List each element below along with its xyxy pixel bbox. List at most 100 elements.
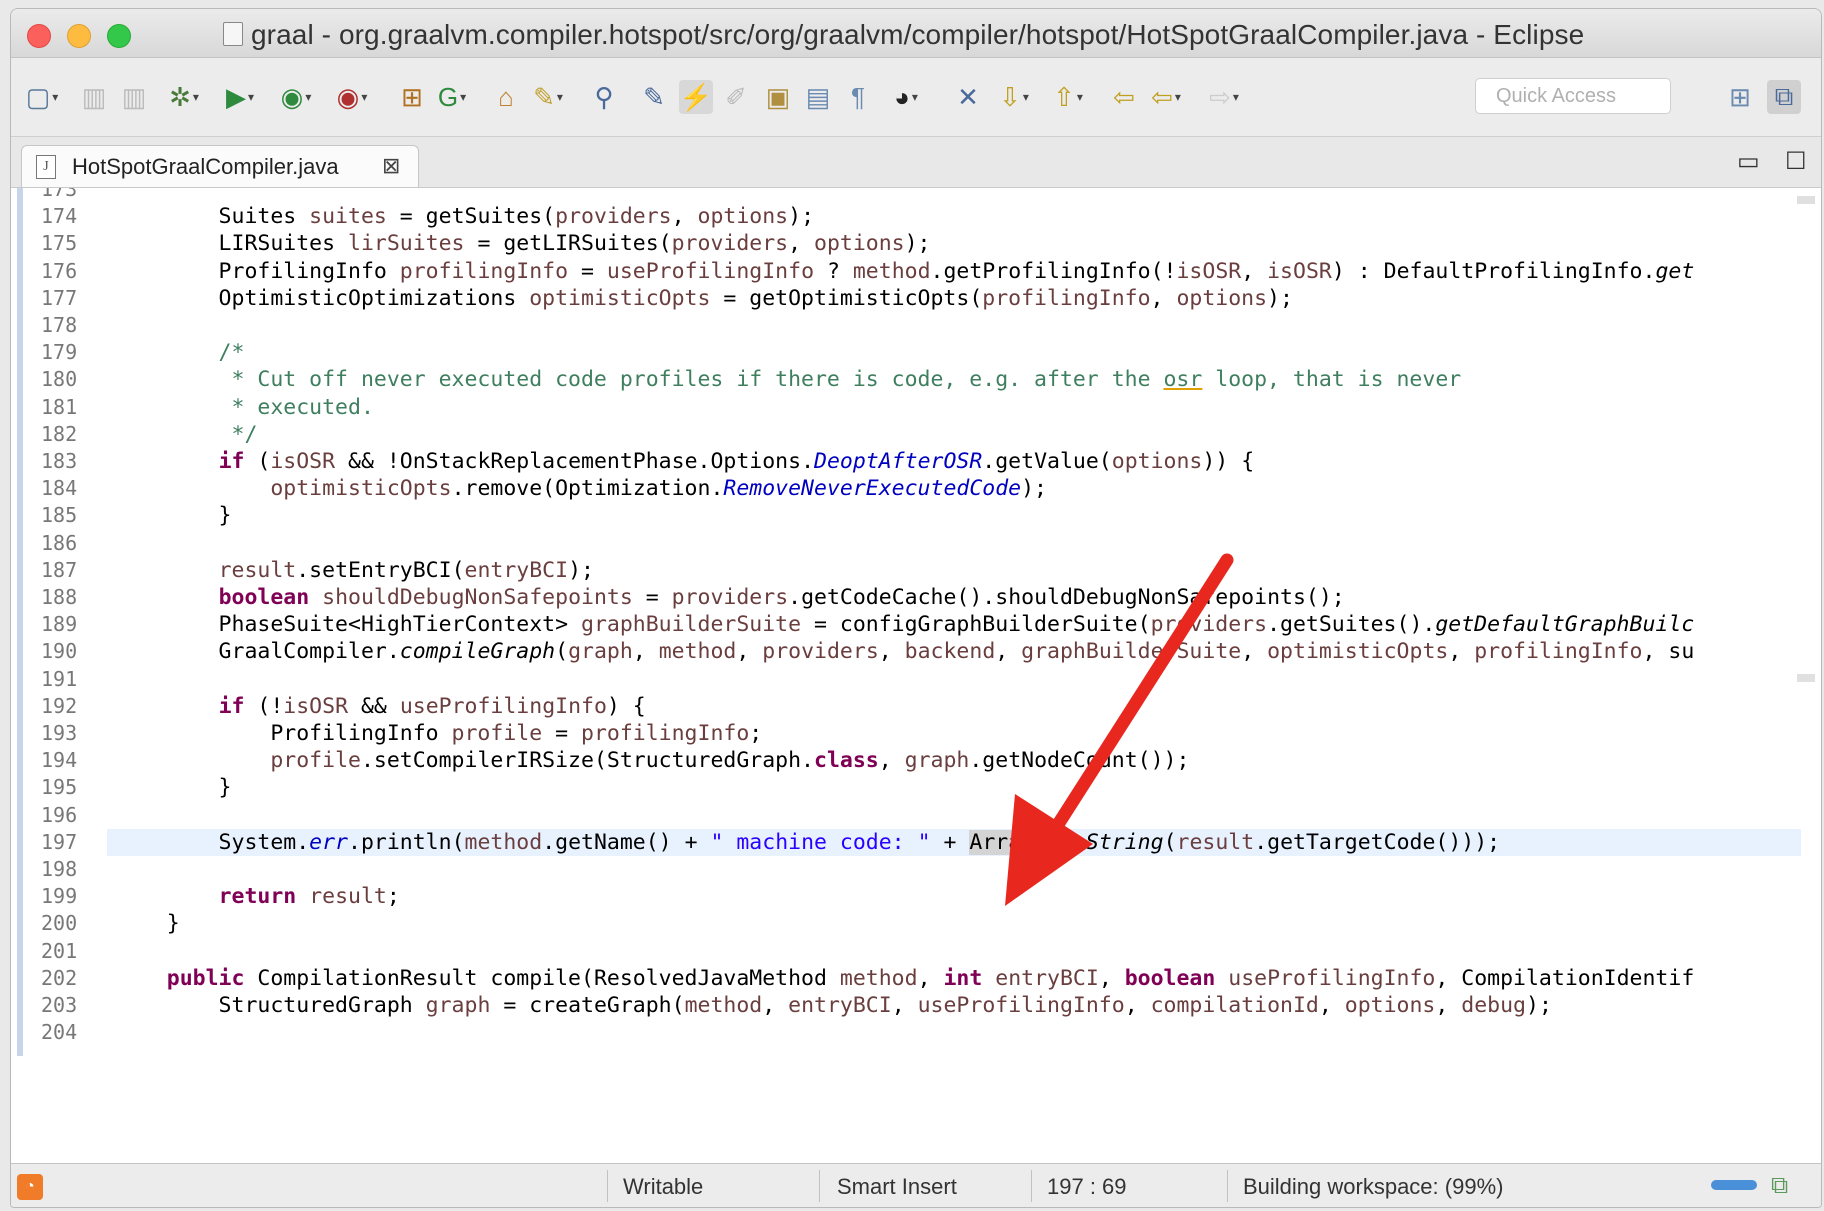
code-line[interactable]: 187 result.setEntryBCI(entryBCI); [11, 557, 1821, 584]
open-task-icon[interactable]: ✎ ▾ [531, 80, 565, 114]
code-line[interactable]: 177 OptimisticOptimizations optimisticOp… [11, 285, 1821, 312]
open-perspective-icon[interactable]: ⊞ [1723, 80, 1757, 114]
code-line[interactable]: 202 public CompilationResult compile(Res… [11, 965, 1821, 992]
code-text: */ [115, 421, 258, 447]
search-icon[interactable]: ⚲ [587, 80, 621, 114]
code-line[interactable]: 196 [11, 802, 1821, 829]
code-text: ProfilingInfo profilingInfo = useProfili… [115, 258, 1695, 284]
open-type-icon[interactable]: ⌂ [489, 80, 523, 114]
java-perspective-icon[interactable]: ⧉ [1767, 80, 1801, 114]
forward-nav-icon[interactable]: ⇨ ▾ [1207, 80, 1241, 114]
code-line[interactable]: 197 System.err.println(method.getName() … [41, 828, 1801, 856]
code-line[interactable]: 183 if (isOSR && !OnStackReplacementPhas… [11, 448, 1821, 475]
code-line[interactable]: 204 [11, 1019, 1821, 1046]
next-annotation-icon[interactable]: ◕ ▾ [889, 80, 923, 114]
new-package-icon[interactable]: ⊞ [395, 80, 429, 114]
back-icon[interactable]: ⇧ ▾ [1051, 80, 1085, 114]
zoom-window-button[interactable] [107, 24, 131, 48]
code-line[interactable]: 175 LIRSuites lirSuites = getLIRSuites(p… [11, 230, 1821, 257]
code-line[interactable]: 184 optimisticOpts.remove(Optimization.R… [11, 475, 1821, 502]
save-all-icon[interactable]: ▥ [117, 80, 151, 114]
progress-bar[interactable] [1711, 1180, 1757, 1190]
rss-feed-icon[interactable]: ◔ [17, 1174, 43, 1200]
code-line[interactable]: 199 return result; [11, 883, 1821, 910]
code-text: StructuredGraph graph = createGraph(meth… [115, 993, 1552, 1018]
code-text: OptimisticOptimizations optimisticOpts =… [115, 285, 1293, 311]
code-line[interactable]: 200 } [11, 910, 1821, 937]
code-line[interactable]: 186 [11, 530, 1821, 557]
status-bar: ◔ Writable Smart Insert 197 : 69 Buildin… [11, 1163, 1821, 1207]
line-number: 189 [41, 612, 78, 637]
code-editor[interactable]: 173 174 Suites suites = getSuites(provide… [11, 188, 1821, 1163]
tab-hotspotgraalcompiler[interactable]: J HotSpotGraalCompiler.java ⊠ [21, 145, 419, 187]
code-line[interactable]: 180 * Cut off never executed code profil… [11, 366, 1821, 393]
line-number: 198 [41, 857, 78, 881]
line-number: 186 [41, 530, 78, 555]
minimize-icon[interactable]: ▭ [1737, 147, 1760, 176]
line-number: 173 [41, 188, 78, 201]
code-line[interactable]: 181 * executed. [11, 394, 1821, 421]
code-line[interactable]: 174 Suites suites = getSuites(providers,… [11, 203, 1821, 230]
code-line[interactable]: 191 [11, 666, 1821, 693]
line-number: 192 [41, 693, 78, 718]
code-line[interactable]: 192 if (!isOSR && useProfilingInfo) { [11, 693, 1821, 720]
line-number: 191 [41, 666, 78, 691]
last-edit-icon[interactable]: ⇩ ▾ [997, 80, 1031, 114]
toggle-block-selection-icon[interactable]: ⚡ [679, 80, 713, 114]
new-wizard-icon[interactable]: ▢ ▾ [25, 80, 59, 114]
code-text: } [115, 775, 232, 801]
save-icon[interactable]: ▥ [77, 80, 111, 114]
line-number: 174 [41, 204, 78, 229]
progress-view-icon[interactable]: ⧉ [1771, 1172, 1788, 1200]
code-text: * executed. [115, 394, 374, 420]
code-line[interactable]: 185 } [11, 502, 1821, 529]
code-text: optimisticOpts.remove(Optimization.Remov… [270, 476, 1047, 502]
code-text: } [115, 503, 232, 529]
code-line[interactable]: 198 [11, 856, 1821, 883]
prev-annotation-icon[interactable]: ✕ [951, 80, 985, 114]
line-number: 188 [41, 585, 78, 609]
minimize-window-button[interactable] [67, 24, 91, 48]
toggle-word-wrap-icon[interactable]: ✐ [719, 80, 753, 114]
show-whitespace-icon[interactable]: ▣ [761, 80, 795, 114]
code-line[interactable]: 179 /* [11, 339, 1821, 366]
toggle-breadcrumb-icon[interactable]: ▤ [801, 80, 835, 114]
line-number: 201 [41, 938, 78, 963]
code-line[interactable]: 188 boolean shouldDebugNonSafepoints = p… [11, 584, 1821, 611]
new-class-icon[interactable]: G ▾ [435, 80, 469, 114]
debug-icon[interactable]: ✲ ▾ [167, 80, 201, 114]
code-line[interactable]: 201 [11, 938, 1821, 965]
editor-tab-bar: J HotSpotGraalCompiler.java ⊠ ▭ ☐ [11, 137, 1821, 188]
back-nav-icon[interactable]: ⇦ ▾ [1149, 80, 1183, 114]
external-tools-icon[interactable]: ◉ ▾ [335, 80, 369, 114]
code-line[interactable]: 190 GraalCompiler.compileGraph(graph, me… [11, 638, 1821, 665]
run-coverage-icon[interactable]: ◉ ▾ [279, 80, 313, 114]
code-line[interactable]: 194 profile.setCompilerIRSize(Structured… [11, 747, 1821, 774]
close-tab-icon[interactable]: ⊠ [382, 153, 400, 179]
task-status[interactable]: Building workspace: (99%) [1243, 1174, 1503, 1200]
java-file-icon: J [36, 155, 56, 179]
code-line[interactable]: 193 ProfilingInfo profile = profilingInf… [11, 720, 1821, 747]
line-number: 195 [41, 775, 78, 800]
maximize-icon[interactable]: ☐ [1785, 147, 1807, 176]
code-line[interactable]: 176 ProfilingInfo profilingInfo = usePro… [11, 258, 1821, 285]
annotation-icon[interactable]: ¶ [841, 80, 875, 114]
code-line[interactable]: 182 */ [11, 421, 1821, 448]
code-line[interactable]: 178 [11, 312, 1821, 339]
run-icon[interactable]: ▶ ▾ [223, 80, 257, 114]
code-text: LIRSuites lirSuites = getLIRSuites(provi… [115, 231, 931, 257]
status-divider [819, 1170, 820, 1202]
code-line[interactable]: 173 [11, 188, 1821, 203]
code-line[interactable]: 189 PhaseSuite<HighTierContext> graphBui… [11, 611, 1821, 638]
close-window-button[interactable] [27, 24, 51, 48]
toggle-mark-occurrences-icon[interactable]: ✎ [637, 80, 671, 114]
quick-access-input[interactable]: Quick Access [1475, 78, 1671, 114]
code-line[interactable]: 203 StructuredGraph graph = createGraph(… [11, 992, 1821, 1019]
line-number: 204 [41, 1020, 78, 1045]
line-number: 181 [41, 394, 78, 419]
forward-icon[interactable]: ⇦ [1107, 80, 1141, 114]
code-line[interactable]: 195 } [11, 774, 1821, 801]
code-text: } [115, 911, 180, 937]
line-number: 179 [41, 340, 78, 365]
status-divider [1227, 1170, 1228, 1202]
